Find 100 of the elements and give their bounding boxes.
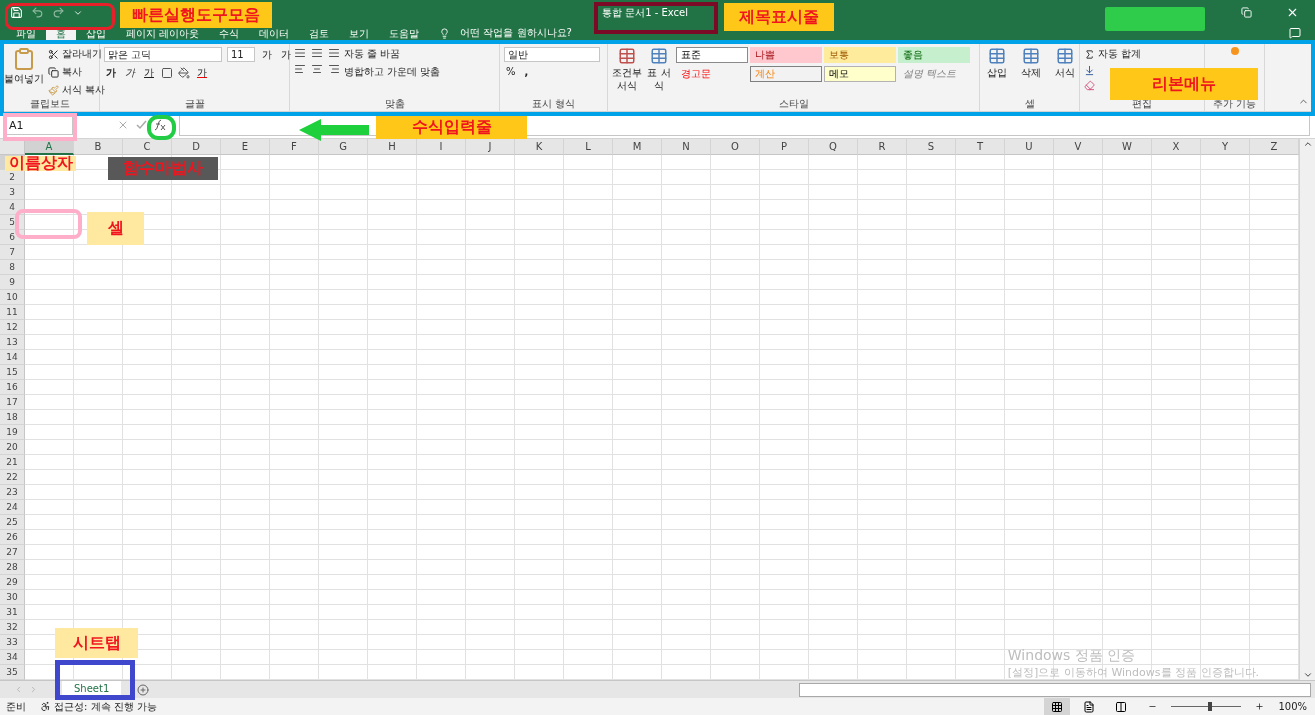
- italic-button[interactable]: 가: [123, 66, 137, 80]
- row-header[interactable]: 9: [0, 275, 25, 290]
- eraser-icon[interactable]: [1084, 80, 1095, 91]
- format-as-table-button[interactable]: 표 서식: [646, 66, 672, 92]
- clipboard-icon[interactable]: [12, 47, 36, 71]
- column-header[interactable]: R: [858, 139, 907, 155]
- table-icon[interactable]: [988, 47, 1006, 65]
- row-header[interactable]: 7: [0, 245, 25, 260]
- borders-icon[interactable]: [161, 67, 173, 79]
- fill-down-icon[interactable]: [1084, 65, 1095, 76]
- comments-icon[interactable]: [1289, 27, 1301, 39]
- zoom-slider-thumb[interactable]: [1207, 702, 1212, 711]
- column-header[interactable]: B: [74, 139, 123, 155]
- row-header[interactable]: 26: [0, 530, 25, 545]
- zoom-in-icon[interactable]: [1255, 702, 1265, 711]
- row-header[interactable]: 20: [0, 440, 25, 455]
- ribbon-tab[interactable]: 보기: [339, 27, 380, 41]
- column-header[interactable]: P: [760, 139, 809, 155]
- conditional-formatting-button[interactable]: 조건부 서식: [612, 66, 642, 92]
- number-format-field[interactable]: 일반: [504, 47, 600, 62]
- column-header[interactable]: S: [907, 139, 956, 155]
- cell-style[interactable]: 표준: [676, 47, 748, 63]
- row-header[interactable]: 11: [0, 305, 25, 320]
- row-header[interactable]: 32: [0, 620, 25, 635]
- copy-icon[interactable]: [48, 66, 59, 78]
- top-align-icon[interactable]: [294, 47, 306, 59]
- ribbon-tab[interactable]: 도움말: [379, 27, 430, 41]
- column-header[interactable]: Q: [809, 139, 858, 155]
- row-header[interactable]: 21: [0, 455, 25, 470]
- shrink-font-button[interactable]: 가: [279, 47, 293, 62]
- align-center-icon[interactable]: [311, 63, 323, 75]
- cell-style[interactable]: 좋음: [898, 47, 970, 63]
- row-header[interactable]: 27: [0, 545, 25, 560]
- row-header[interactable]: 31: [0, 605, 25, 620]
- copy-button[interactable]: 복사: [62, 65, 82, 79]
- column-header[interactable]: C: [123, 139, 172, 155]
- row-header[interactable]: 29: [0, 575, 25, 590]
- row-header[interactable]: 30: [0, 590, 25, 605]
- check-icon[interactable]: [135, 119, 147, 131]
- cancel-icon[interactable]: [117, 119, 129, 131]
- row-header[interactable]: 22: [0, 470, 25, 485]
- table-icon[interactable]: [1022, 47, 1040, 65]
- font-color-button[interactable]: 가: [195, 66, 209, 80]
- column-header[interactable]: K: [515, 139, 564, 155]
- column-header[interactable]: Y: [1201, 139, 1250, 155]
- column-header[interactable]: X: [1152, 139, 1201, 155]
- row-header[interactable]: 15: [0, 365, 25, 380]
- column-header[interactable]: O: [711, 139, 760, 155]
- paint-bucket-icon[interactable]: [178, 67, 190, 79]
- name-box[interactable]: A1: [5, 115, 73, 135]
- row-header[interactable]: 23: [0, 485, 25, 500]
- column-header[interactable]: E: [221, 139, 270, 155]
- column-header[interactable]: L: [564, 139, 613, 155]
- row-header[interactable]: 28: [0, 560, 25, 575]
- column-header[interactable]: M: [613, 139, 662, 155]
- ribbon-tab[interactable]: 검토: [299, 27, 340, 41]
- row-header[interactable]: 14: [0, 350, 25, 365]
- align-left-icon[interactable]: [294, 63, 306, 75]
- paste-button[interactable]: 붙여넣기: [4, 72, 44, 85]
- tell-me-search[interactable]: 어떤 작업을 원하시나요?: [454, 25, 578, 41]
- sigma-icon[interactable]: [1084, 48, 1095, 60]
- restore-icon[interactable]: [1240, 7, 1252, 18]
- cell-style[interactable]: 보통: [824, 47, 896, 63]
- row-header[interactable]: 35: [0, 665, 25, 680]
- middle-align-icon[interactable]: [311, 47, 323, 59]
- percent-button[interactable]: %: [504, 66, 518, 77]
- row-header[interactable]: 25: [0, 515, 25, 530]
- column-header[interactable]: H: [368, 139, 417, 155]
- column-header[interactable]: V: [1054, 139, 1103, 155]
- new-sheet-icon[interactable]: [137, 683, 150, 696]
- row-header[interactable]: 10: [0, 290, 25, 305]
- lightbulb-icon[interactable]: [439, 27, 451, 39]
- table-icon[interactable]: [618, 47, 636, 65]
- cell-style[interactable]: 나쁨: [750, 47, 822, 63]
- column-header[interactable]: T: [956, 139, 1005, 155]
- cells-button[interactable]: 삽입: [984, 66, 1010, 79]
- column-header[interactable]: G: [319, 139, 368, 155]
- row-header[interactable]: 17: [0, 395, 25, 410]
- cell-style[interactable]: 설명 텍스트: [898, 66, 970, 82]
- row-header[interactable]: 18: [0, 410, 25, 425]
- column-header[interactable]: I: [417, 139, 466, 155]
- merge-center-button[interactable]: 병합하고 가운데 맞춤: [344, 65, 441, 79]
- cells-button[interactable]: 삭제: [1018, 66, 1044, 79]
- column-header[interactable]: F: [270, 139, 319, 155]
- save-icon[interactable]: [10, 6, 23, 19]
- column-header[interactable]: D: [172, 139, 221, 155]
- ribbon-tab[interactable]: 페이지 레이아웃: [116, 27, 210, 41]
- row-header[interactable]: 13: [0, 335, 25, 350]
- row-header[interactable]: 12: [0, 320, 25, 335]
- bottom-align-icon[interactable]: [328, 47, 340, 59]
- insert-function-icon[interactable]: [153, 119, 167, 131]
- cell-style[interactable]: 메모: [824, 66, 896, 82]
- redo-icon[interactable]: [52, 6, 65, 19]
- horizontal-scrollbar[interactable]: [799, 682, 1311, 697]
- align-right-icon[interactable]: [328, 63, 340, 75]
- font-size-field[interactable]: 11: [227, 47, 255, 62]
- row-header[interactable]: 33: [0, 635, 25, 650]
- table-icon[interactable]: [1056, 47, 1074, 65]
- underline-button[interactable]: 가: [142, 66, 156, 80]
- row-header[interactable]: 2: [0, 170, 25, 185]
